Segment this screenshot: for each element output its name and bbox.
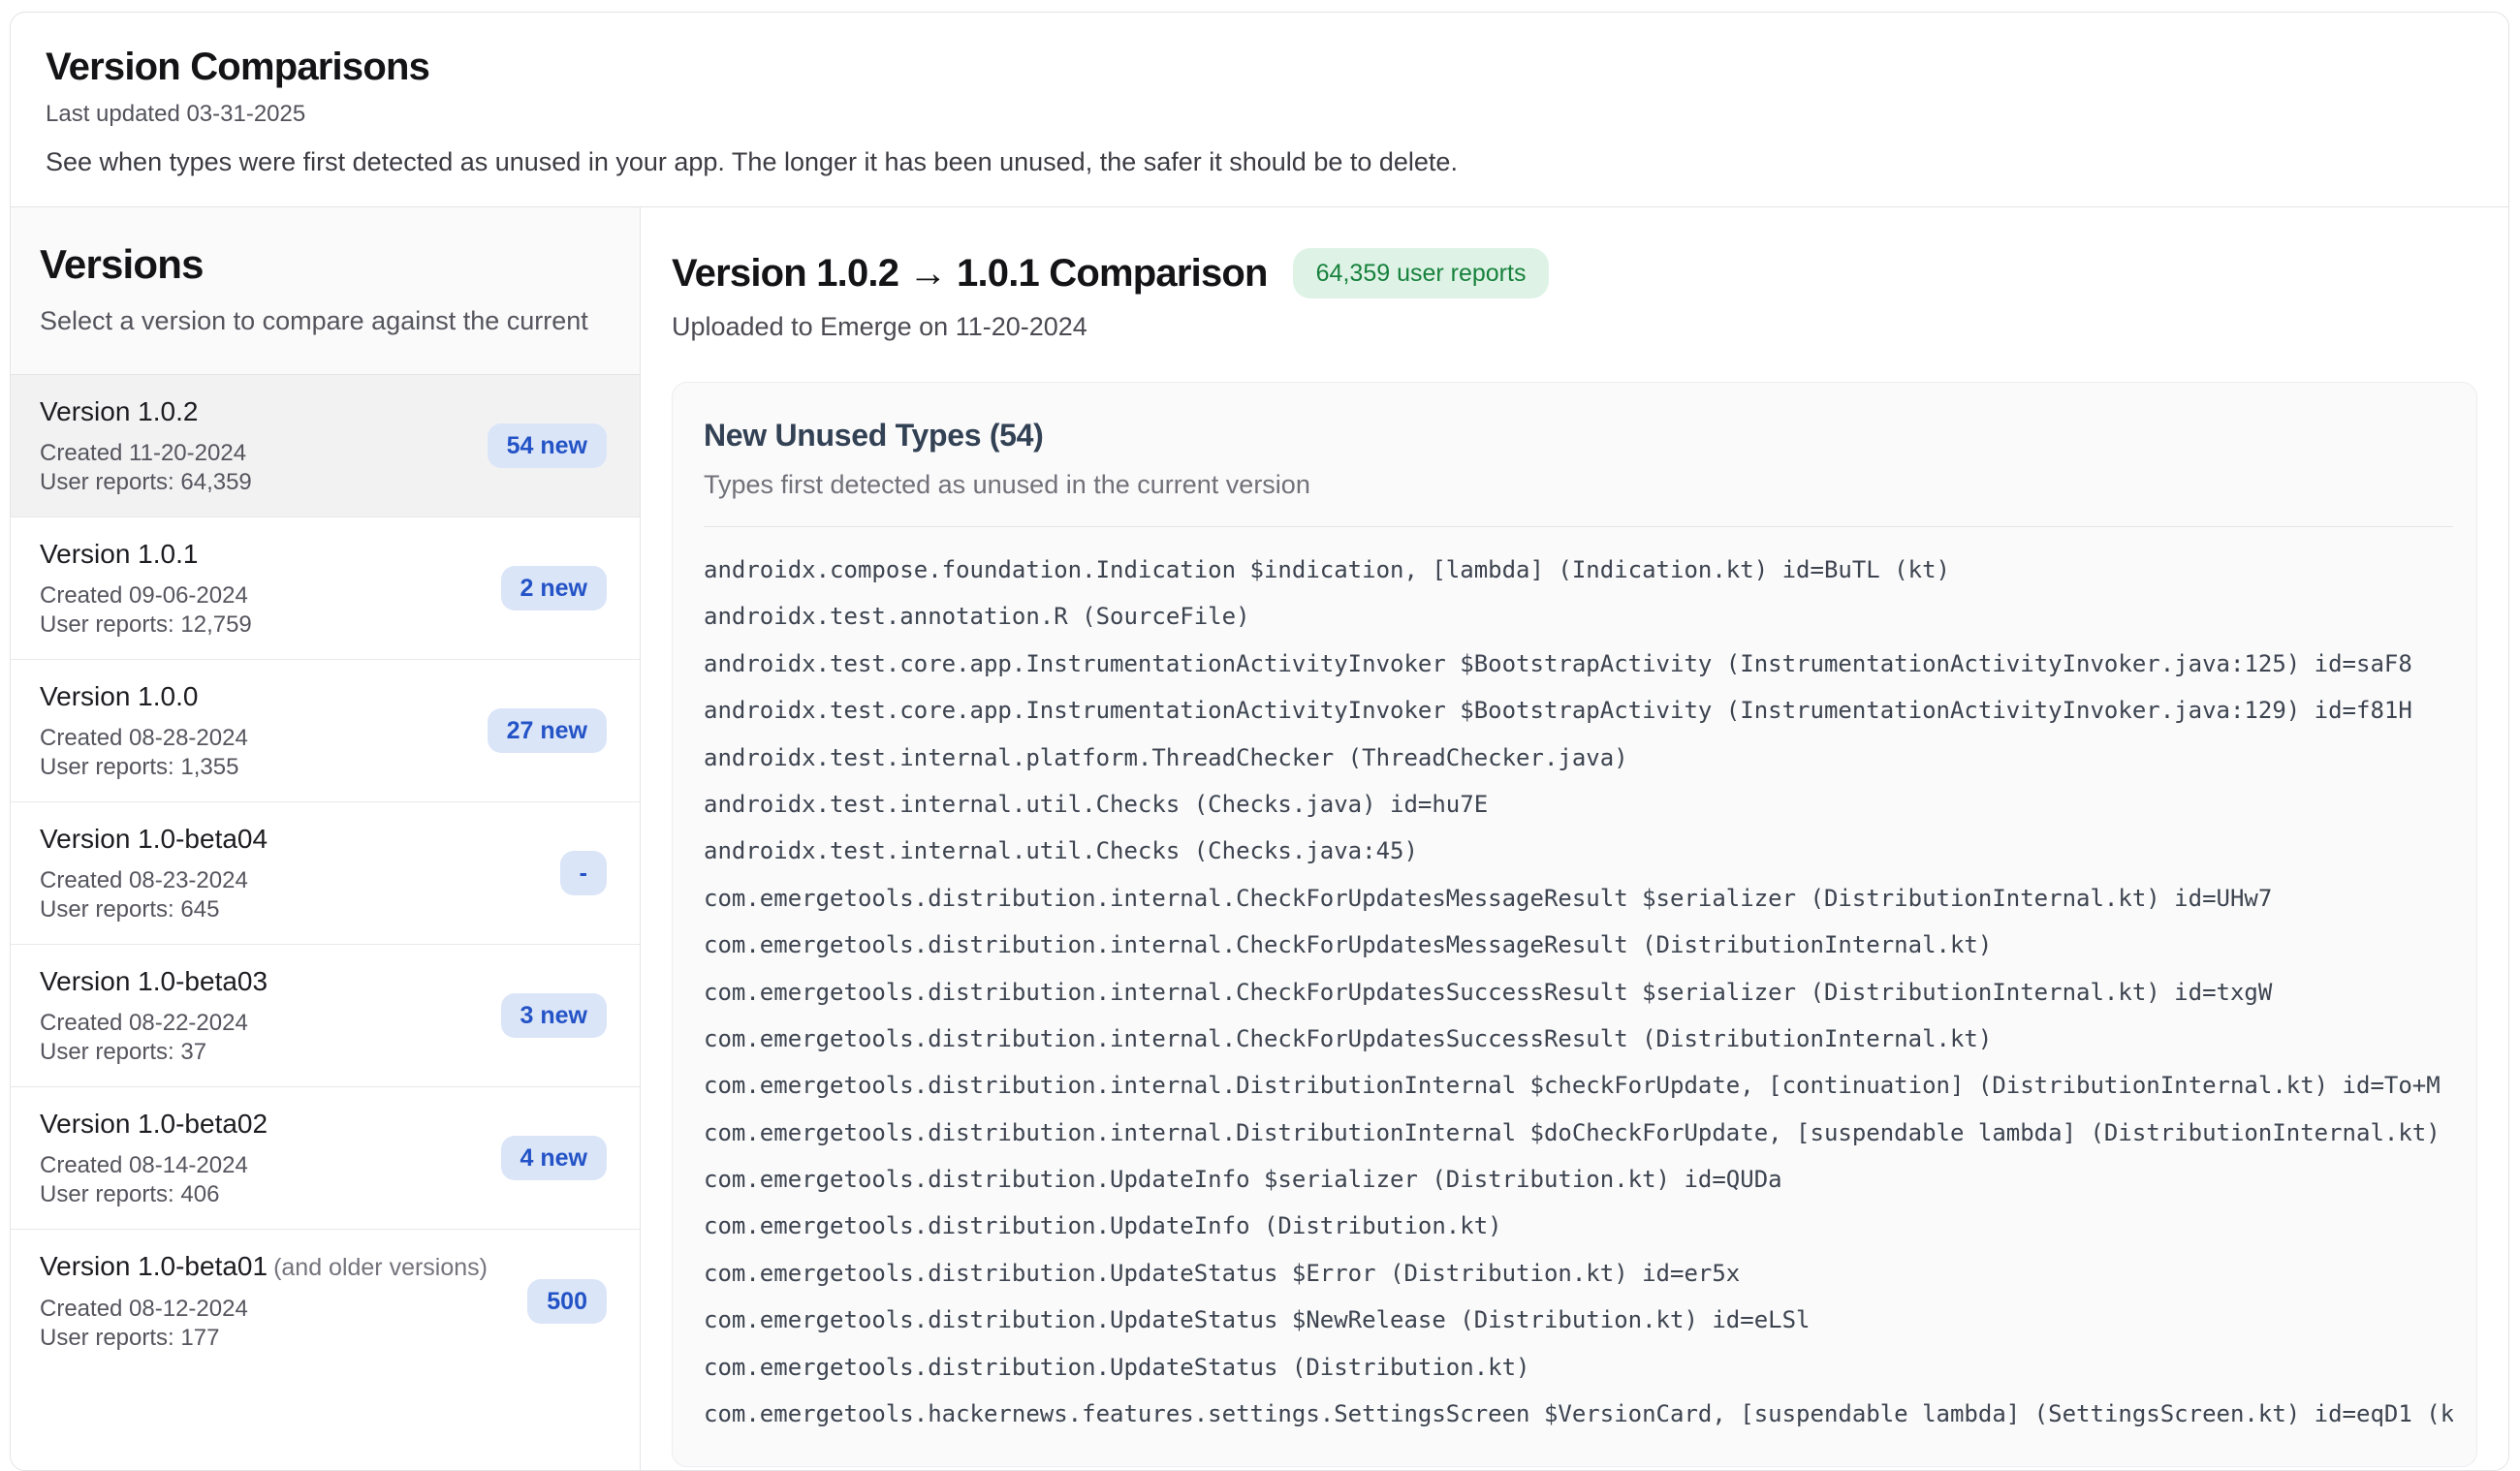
page-description: See when types were first detected as un… (46, 144, 2473, 179)
unused-type-line: com.emergetools.distribution.UpdateStatu… (704, 1297, 2453, 1343)
version-list-item[interactable]: Version 1.0-beta01(and older versions) C… (11, 1230, 640, 1372)
version-list-item[interactable]: Version 1.0-beta04 Created 08-23-2024 Us… (11, 802, 640, 945)
version-name-line: Version 1.0-beta03 (40, 964, 486, 999)
new-count-badge: 27 new (488, 708, 607, 753)
new-count-badge: 3 new (501, 993, 607, 1038)
unused-type-line: androidx.test.core.app.InstrumentationAc… (704, 641, 2453, 687)
card-divider (704, 526, 2453, 527)
version-name-line: Version 1.0.1 (40, 537, 486, 572)
version-created: Created 08-14-2024 (40, 1151, 486, 1180)
new-unused-types-card: New Unused Types (54) Types first detect… (672, 382, 2477, 1467)
unused-type-line: androidx.test.core.app.InstrumentationAc… (704, 687, 2453, 734)
version-info: Version 1.0-beta01(and older versions) C… (40, 1249, 512, 1353)
unused-type-line: com.emergetools.distribution.internal.Di… (704, 1062, 2453, 1109)
version-name: Version 1.0.1 (40, 539, 198, 569)
version-user-reports: User reports: 177 (40, 1324, 512, 1353)
user-reports-badge: 64,359 user reports (1293, 248, 1550, 298)
unused-type-line: com.emergetools.distribution.internal.Ch… (704, 969, 2453, 1016)
version-comparisons-panel: Version Comparisons Last updated 03-31-2… (10, 12, 2509, 1471)
unused-type-line: androidx.test.internal.util.Checks (Chec… (704, 781, 2453, 828)
version-info: Version 1.0-beta04 Created 08-23-2024 Us… (40, 822, 545, 924)
version-name-suffix: (and older versions) (273, 1254, 488, 1281)
version-name: Version 1.0.2 (40, 396, 198, 426)
version-name: Version 1.0-beta04 (40, 824, 268, 854)
version-list-item[interactable]: Version 1.0.2 Created 11-20-2024 User re… (11, 375, 640, 517)
comparison-main-panel: Version 1.0.2 → 1.0.1 Comparison 64,359 … (641, 207, 2508, 1470)
new-count-badge: 500 (527, 1279, 607, 1324)
version-user-reports: User reports: 12,759 (40, 610, 486, 640)
version-created: Created 08-28-2024 (40, 724, 472, 753)
version-info: Version 1.0.2 Created 11-20-2024 User re… (40, 394, 472, 497)
version-created: Created 08-23-2024 (40, 866, 545, 895)
page-header: Version Comparisons Last updated 03-31-2… (11, 13, 2508, 207)
version-user-reports: User reports: 406 (40, 1180, 486, 1209)
uploaded-text: Uploaded to Emerge on 11-20-2024 (672, 310, 2477, 343)
versions-sidebar: Versions Select a version to compare aga… (11, 207, 641, 1470)
unused-type-line: com.emergetools.distribution.internal.Di… (704, 1110, 2453, 1156)
unused-type-line: com.emergetools.hackernews.features.sett… (704, 1391, 2453, 1437)
unused-type-line: com.emergetools.distribution.internal.Ch… (704, 1016, 2453, 1062)
sidebar-subtitle: Select a version to compare against the … (40, 304, 611, 337)
version-list-item[interactable]: Version 1.0-beta02 Created 08-14-2024 Us… (11, 1087, 640, 1230)
comparison-title-row: Version 1.0.2 → 1.0.1 Comparison 64,359 … (672, 248, 2477, 298)
unused-type-line: com.emergetools.distribution.UpdateStatu… (704, 1344, 2453, 1391)
content-split: Versions Select a version to compare aga… (11, 207, 2508, 1470)
last-updated-text: Last updated 03-31-2025 (46, 100, 2473, 129)
new-count-badge: 4 new (501, 1136, 607, 1180)
version-user-reports: User reports: 37 (40, 1038, 486, 1067)
version-name-line: Version 1.0-beta01(and older versions) (40, 1249, 512, 1285)
page-title: Version Comparisons (46, 44, 2473, 90)
version-list: Version 1.0.2 Created 11-20-2024 User re… (11, 375, 640, 1470)
version-info: Version 1.0.1 Created 09-06-2024 User re… (40, 537, 486, 640)
version-user-reports: User reports: 64,359 (40, 468, 472, 497)
version-name-line: Version 1.0-beta02 (40, 1107, 486, 1142)
version-info: Version 1.0-beta03 Created 08-22-2024 Us… (40, 964, 486, 1067)
version-created: Created 09-06-2024 (40, 581, 486, 610)
version-info: Version 1.0.0 Created 08-28-2024 User re… (40, 679, 472, 782)
version-created: Created 08-12-2024 (40, 1295, 512, 1324)
unused-type-line: androidx.compose.foundation.Indication $… (704, 547, 2453, 593)
new-count-badge: 54 new (488, 423, 607, 468)
version-name: Version 1.0-beta03 (40, 966, 268, 996)
version-name-line: Version 1.0-beta04 (40, 822, 545, 857)
unused-type-line: com.emergetools.distribution.internal.Ch… (704, 875, 2453, 922)
sidebar-title: Versions (40, 240, 611, 289)
new-count-badge: 2 new (501, 566, 607, 610)
version-name-line: Version 1.0.2 (40, 394, 472, 429)
version-name-line: Version 1.0.0 (40, 679, 472, 714)
comparison-title: Version 1.0.2 → 1.0.1 Comparison (672, 250, 1268, 297)
unused-type-list: androidx.compose.foundation.Indication $… (704, 547, 2453, 1437)
new-count-badge: - (560, 851, 607, 895)
version-list-item[interactable]: Version 1.0.1 Created 09-06-2024 User re… (11, 517, 640, 660)
version-info: Version 1.0-beta02 Created 08-14-2024 Us… (40, 1107, 486, 1209)
sidebar-header: Versions Select a version to compare aga… (11, 207, 640, 375)
version-name: Version 1.0.0 (40, 681, 198, 711)
unused-type-line: com.emergetools.distribution.UpdateInfo … (704, 1156, 2453, 1203)
unused-type-line: com.emergetools.distribution.UpdateStatu… (704, 1250, 2453, 1297)
version-list-item[interactable]: Version 1.0.0 Created 08-28-2024 User re… (11, 660, 640, 802)
version-created: Created 11-20-2024 (40, 439, 472, 468)
version-user-reports: User reports: 1,355 (40, 753, 472, 782)
version-created: Created 08-22-2024 (40, 1009, 486, 1038)
version-name: Version 1.0-beta01 (40, 1251, 268, 1281)
card-title: New Unused Types (54) (704, 416, 2453, 454)
unused-type-line: androidx.test.internal.util.Checks (Chec… (704, 828, 2453, 874)
card-subtitle: Types first detected as unused in the cu… (704, 468, 2453, 501)
unused-type-line: androidx.test.annotation.R (SourceFile) (704, 593, 2453, 640)
unused-type-line: androidx.test.internal.platform.ThreadCh… (704, 735, 2453, 781)
version-name: Version 1.0-beta02 (40, 1109, 268, 1139)
version-list-item[interactable]: Version 1.0-beta03 Created 08-22-2024 Us… (11, 945, 640, 1087)
version-user-reports: User reports: 645 (40, 895, 545, 924)
unused-type-line: com.emergetools.distribution.UpdateInfo … (704, 1203, 2453, 1249)
unused-type-line: com.emergetools.distribution.internal.Ch… (704, 922, 2453, 968)
